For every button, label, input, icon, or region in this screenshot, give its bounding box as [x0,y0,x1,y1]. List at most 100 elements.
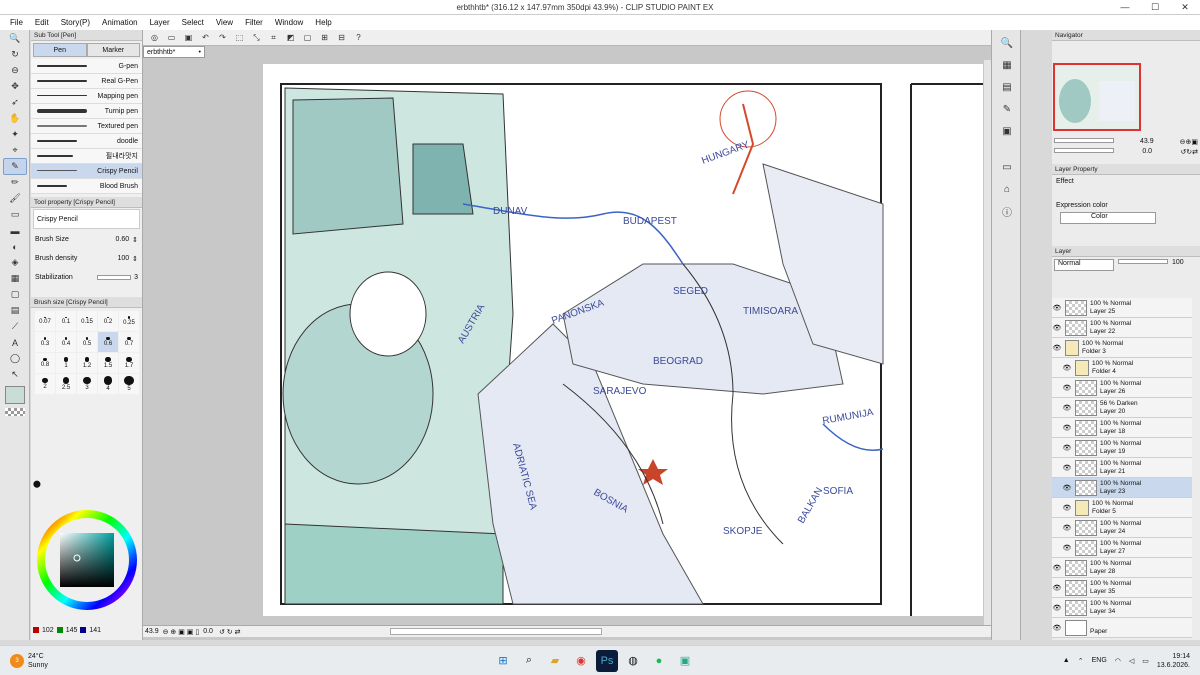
layer-row[interactable]: 👁 100 % Normal Layer 26 [1052,378,1192,398]
brush-size-option[interactable]: 0.8 [35,353,55,373]
brush-size-option[interactable]: 2 [35,374,55,394]
zoom-out-icon[interactable]: ⊖ [4,63,26,78]
zoom-value[interactable]: 43.9 [145,628,159,635]
figure-tool-icon[interactable]: ▢ [4,287,26,302]
brush-size-option[interactable]: 2.5 [56,374,76,394]
navigator-zoom[interactable]: 43.9 [1140,138,1154,146]
brush-density-value[interactable]: 100 [117,255,129,262]
fill-tool-icon[interactable]: ◈ [4,255,26,270]
canvas-paper[interactable]: DUNAV PANONSKA AUSTRIA ADRIATIC SEA SARAJEVO… [263,64,983,616]
rotation-value[interactable]: 0.0 [203,628,213,635]
layer-row[interactable]: 👁 100 % Normal Layer 24 [1052,518,1192,538]
layer-row[interactable]: 👁 100 % Normal Layer 21 [1052,458,1192,478]
brush-size-option[interactable]: 1 [56,353,76,373]
image-icon[interactable]: ▣ [997,122,1017,140]
eyedropper-icon[interactable]: ⌖ [4,143,26,158]
brush-size-option[interactable]: 0.2 [98,311,118,331]
navigator-thumbnail[interactable] [1053,63,1141,131]
spotify-icon[interactable]: ● [648,650,670,672]
visibility-eye-icon[interactable]: 👁 [1052,564,1062,572]
minimize-button[interactable]: — [1110,0,1140,15]
stepper-icon[interactable]: ⇕ [132,236,138,244]
brush-size-option[interactable]: 0.25 [119,311,139,331]
scale-icon[interactable]: ⤡ [249,31,264,44]
brush-size-option[interactable]: 5 [119,374,139,394]
menu-file[interactable]: File [4,18,29,27]
layer-row[interactable]: 👁 100 % Normal Folder 4 [1052,358,1192,378]
tray-chevron-icon[interactable]: ⌃ [1078,657,1084,665]
layer-row[interactable]: 👁 100 % Normal Layer 34 [1052,598,1192,618]
pencil-tool-icon[interactable]: ✏ [4,175,26,190]
visibility-eye-icon[interactable]: 👁 [1052,624,1062,632]
weather-widget[interactable]: 3 24°C Sunny [10,652,48,670]
brush-size-option[interactable]: 4 [98,374,118,394]
rotate-tool-icon[interactable]: ↻ [4,47,26,62]
angle-slider[interactable] [1054,148,1114,153]
visibility-eye-icon[interactable]: 👁 [1062,544,1072,552]
visibility-eye-icon[interactable]: 👁 [1062,524,1072,532]
clip-studio-icon[interactable]: ◍ [622,650,644,672]
zoom-controls-icon[interactable]: ⊖ ⊕ ▣ ▣ ▯ [163,628,200,636]
brush-item[interactable]: G-pen [31,59,142,74]
clear-icon[interactable]: ◩ [283,31,298,44]
blend-mode-select[interactable]: Normal [1054,259,1114,271]
search-icon[interactable]: 🔍 [997,34,1017,52]
balloon-tool-icon[interactable]: ◯ [4,351,26,366]
layer-row[interactable]: 👁 100 % Normal Layer 22 [1052,318,1192,338]
layer-row[interactable]: 👁 100 % Normal Folder 3 [1052,338,1192,358]
tab-marker[interactable]: Marker [86,43,140,57]
horizontal-scrollbar[interactable] [390,628,603,635]
menu-animation[interactable]: Animation [96,18,144,27]
layer-row[interactable]: 👁 100 % Normal Layer 35 [1052,578,1192,598]
language-indicator[interactable]: ENG [1092,657,1107,664]
gradient-tool-icon[interactable]: ▦ [4,271,26,286]
layer-row[interactable]: 👁 100 % Normal Layer 18 [1052,418,1192,438]
app-icon[interactable]: ▣ [674,650,696,672]
layer-row[interactable]: 👁 Paper [1052,618,1192,638]
select-all-icon[interactable]: ▢ [300,31,315,44]
wifi-icon[interactable]: ◠ [1115,657,1121,665]
visibility-eye-icon[interactable]: 👁 [1052,344,1062,352]
main-color-swatch[interactable] [5,386,25,404]
line-tool-icon[interactable]: ▬ [4,223,26,238]
ruler-tool-icon[interactable]: ⟋ [4,319,26,334]
visibility-eye-icon[interactable]: 👁 [1062,384,1072,392]
operation-tool-icon[interactable]: ➶ [4,95,26,110]
brush-item[interactable]: doodle [31,134,142,149]
brush-size-option[interactable]: 1.2 [77,353,97,373]
green-value[interactable]: 145 [66,627,78,634]
opacity-value[interactable]: 100 [1172,259,1184,271]
blue-value[interactable]: 141 [89,627,101,634]
blend-tool-icon[interactable]: ◐ [4,239,26,254]
eraser-tool-icon[interactable]: ▭ [4,207,26,222]
menu-select[interactable]: Select [176,18,210,27]
zoom-tool-icon[interactable]: 🔍 [4,31,26,46]
menu-help[interactable]: Help [309,18,337,27]
vertical-scrollbar[interactable] [984,60,991,625]
brush-item[interactable]: Real G-Pen [31,74,142,89]
pen-tool-icon[interactable]: ✎ [3,158,27,175]
layer-row[interactable]: 👁 100 % Normal Layer 28 [1052,558,1192,578]
brush-item[interactable]: Mapping pen [31,89,142,104]
brush-item-active[interactable]: Crispy Pencil [31,164,142,179]
brush-size-option[interactable]: 0.7 [119,332,139,352]
visibility-eye-icon[interactable]: 👁 [1062,504,1072,512]
layer-row[interactable]: 👁 100 % Normal Layer 23 [1052,478,1192,498]
brush-size-option[interactable]: 0.1 [56,311,76,331]
color-wheel[interactable] [35,508,139,612]
frame-tool-icon[interactable]: ▤ [4,303,26,318]
property-icon[interactable]: ✎ [997,100,1017,118]
layer-row[interactable]: 👁 56 % Darken Layer 20 [1052,398,1192,418]
brush-size-option[interactable]: 1.5 [98,353,118,373]
layer-icon[interactable]: ▤ [997,78,1017,96]
brush-size-option[interactable]: 0.6 [98,332,118,352]
stabilization-slider[interactable] [97,275,132,280]
help-icon[interactable]: ? [351,31,366,44]
zoom-buttons-icon[interactable]: ⊖⊕▣ [1180,138,1198,146]
tray-app-icon[interactable]: ▲ [1063,657,1070,664]
red-value[interactable]: 102 [42,627,54,634]
brush-tool-icon[interactable]: 🖌 [4,191,26,206]
chrome-icon[interactable]: ◉ [570,650,592,672]
reference-icon[interactable]: ▭ [997,158,1017,176]
undo-icon[interactable]: ↶ [198,31,213,44]
